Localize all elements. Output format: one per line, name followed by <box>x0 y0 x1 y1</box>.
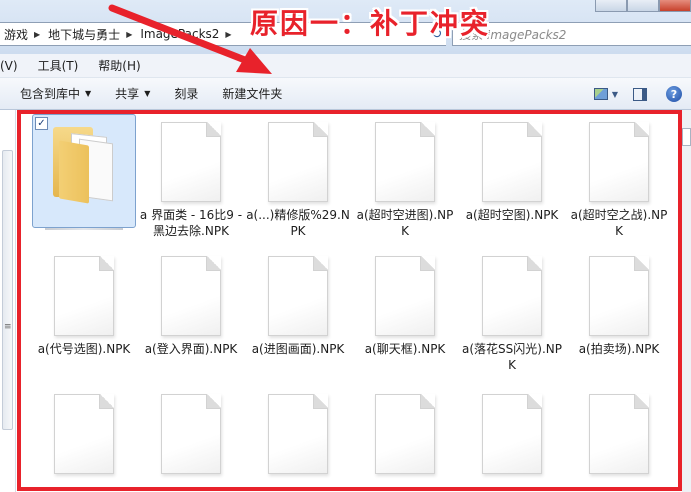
file-label: a(超时空图).NPK <box>465 208 559 222</box>
file-label: a(登入界面).NPK <box>144 342 238 356</box>
include-in-library-button[interactable]: 包含到库中 ▼ <box>0 78 103 109</box>
chevron-down-icon: ▼ <box>85 89 92 98</box>
burn-button[interactable]: 刻录 <box>162 78 210 109</box>
file-icon <box>268 256 328 336</box>
annotation-title: 原因一：补丁冲突 <box>250 7 491 40</box>
splitter-grip-icon[interactable]: ≡ <box>4 322 12 332</box>
file-item[interactable] <box>460 386 564 474</box>
new-folder-button[interactable]: 新建文件夹 <box>210 78 294 109</box>
breadcrumb-item[interactable]: 游戏 ▶ <box>0 23 44 45</box>
file-item[interactable]: a(拍卖场).NPK <box>567 248 671 357</box>
file-icon <box>589 256 649 336</box>
window-controls <box>595 0 691 12</box>
file-icon <box>375 122 435 202</box>
file-item[interactable]: a(落花SS闪光).NPK <box>460 248 564 373</box>
help-button[interactable]: ? <box>657 78 691 110</box>
file-list[interactable]: ✓ a 界面类 - 16比9 - 黑边去除.NPK a(...)精修版%29.N… <box>18 110 681 492</box>
navigation-pane[interactable]: ≡ <box>0 110 16 492</box>
navigation-scrollbar[interactable] <box>2 150 13 430</box>
command-toolbar: 包含到库中 ▼ 共享 ▼ 刻录 新建文件夹 ▼ ? <box>0 78 691 110</box>
file-icon <box>482 256 542 336</box>
file-icon <box>268 394 328 474</box>
file-item[interactable]: a(登入界面).NPK <box>139 248 243 357</box>
file-item[interactable]: a(聊天框).NPK <box>353 248 457 357</box>
file-item[interactable] <box>353 386 457 474</box>
file-icon <box>268 122 328 202</box>
breadcrumb-item[interactable]: 地下城与勇士 ▶ <box>44 23 136 45</box>
file-item[interactable]: a(超时空之战).NPK <box>567 114 671 239</box>
chevron-right-icon[interactable]: ▶ <box>225 30 231 39</box>
chevron-right-icon[interactable]: ▶ <box>126 30 132 39</box>
help-icon: ? <box>666 86 682 102</box>
file-icon <box>161 394 221 474</box>
file-item[interactable]: a(进图画面).NPK <box>246 248 350 357</box>
file-label: a 界面类 - 16比9 - 黑边去除.NPK <box>139 208 243 238</box>
scrollbar-thumb[interactable] <box>682 128 691 146</box>
file-item[interactable]: a(...)精修版%29.NPK <box>246 114 350 239</box>
file-item[interactable]: a(代号选图).NPK <box>32 248 136 357</box>
file-label: a(落花SS闪光).NPK <box>462 342 562 372</box>
file-icon <box>482 122 542 202</box>
file-icon <box>375 256 435 336</box>
close-button[interactable] <box>659 0 691 12</box>
preview-pane-button[interactable] <box>623 78 657 110</box>
file-icon <box>161 256 221 336</box>
chevron-down-icon: ▼ <box>144 89 151 98</box>
file-label: a(进图画面).NPK <box>251 342 345 356</box>
file-item[interactable] <box>567 386 671 474</box>
file-item[interactable] <box>139 386 243 474</box>
file-label: a(超时空之战).NPK <box>570 208 668 238</box>
file-item[interactable] <box>246 386 350 474</box>
menu-help[interactable]: 帮助(H) <box>92 57 154 74</box>
file-label: a(代号选图).NPK <box>37 342 131 356</box>
selection-highlight: ✓ <box>32 114 136 228</box>
file-item[interactable]: a(超时空进图).NPK <box>353 114 457 239</box>
toolbar-right: ▼ ? <box>589 78 691 110</box>
breadcrumb-item[interactable]: ImagePacks2 ▶ <box>136 23 235 45</box>
menu-view[interactable]: (V) <box>0 59 32 73</box>
file-icon <box>589 394 649 474</box>
file-label: a(拍卖场).NPK <box>578 342 660 356</box>
file-icon <box>589 122 649 202</box>
vertical-scrollbar[interactable] <box>682 110 691 492</box>
file-icon <box>482 394 542 474</box>
file-item[interactable] <box>32 386 136 474</box>
file-icon <box>54 256 114 336</box>
folder-icon <box>49 123 119 204</box>
file-label: a(...)精修版%29.NPK <box>246 208 350 238</box>
preview-pane-icon <box>633 87 647 101</box>
file-label: a(超时空进图).NPK <box>356 208 454 238</box>
file-label: a(聊天框).NPK <box>364 342 446 356</box>
file-icon <box>54 394 114 474</box>
menu-tools[interactable]: 工具(T) <box>32 57 93 74</box>
share-button[interactable]: 共享 ▼ <box>103 78 162 109</box>
minimize-button[interactable] <box>595 0 627 12</box>
file-item[interactable]: a(超时空图).NPK <box>460 114 564 223</box>
checkbox-icon[interactable]: ✓ <box>35 117 48 130</box>
maximize-button[interactable] <box>627 0 659 12</box>
view-icon <box>593 88 608 100</box>
change-view-button[interactable]: ▼ <box>589 78 623 110</box>
folder-item[interactable]: ✓ <box>32 114 136 230</box>
chevron-down-icon: ▼ <box>611 89 619 99</box>
menu-bar: (V) 工具(T) 帮助(H) <box>0 54 691 78</box>
file-icon <box>161 122 221 202</box>
chevron-right-icon[interactable]: ▶ <box>34 30 40 39</box>
file-item[interactable]: a 界面类 - 16比9 - 黑边去除.NPK <box>139 114 243 239</box>
file-icon <box>375 394 435 474</box>
